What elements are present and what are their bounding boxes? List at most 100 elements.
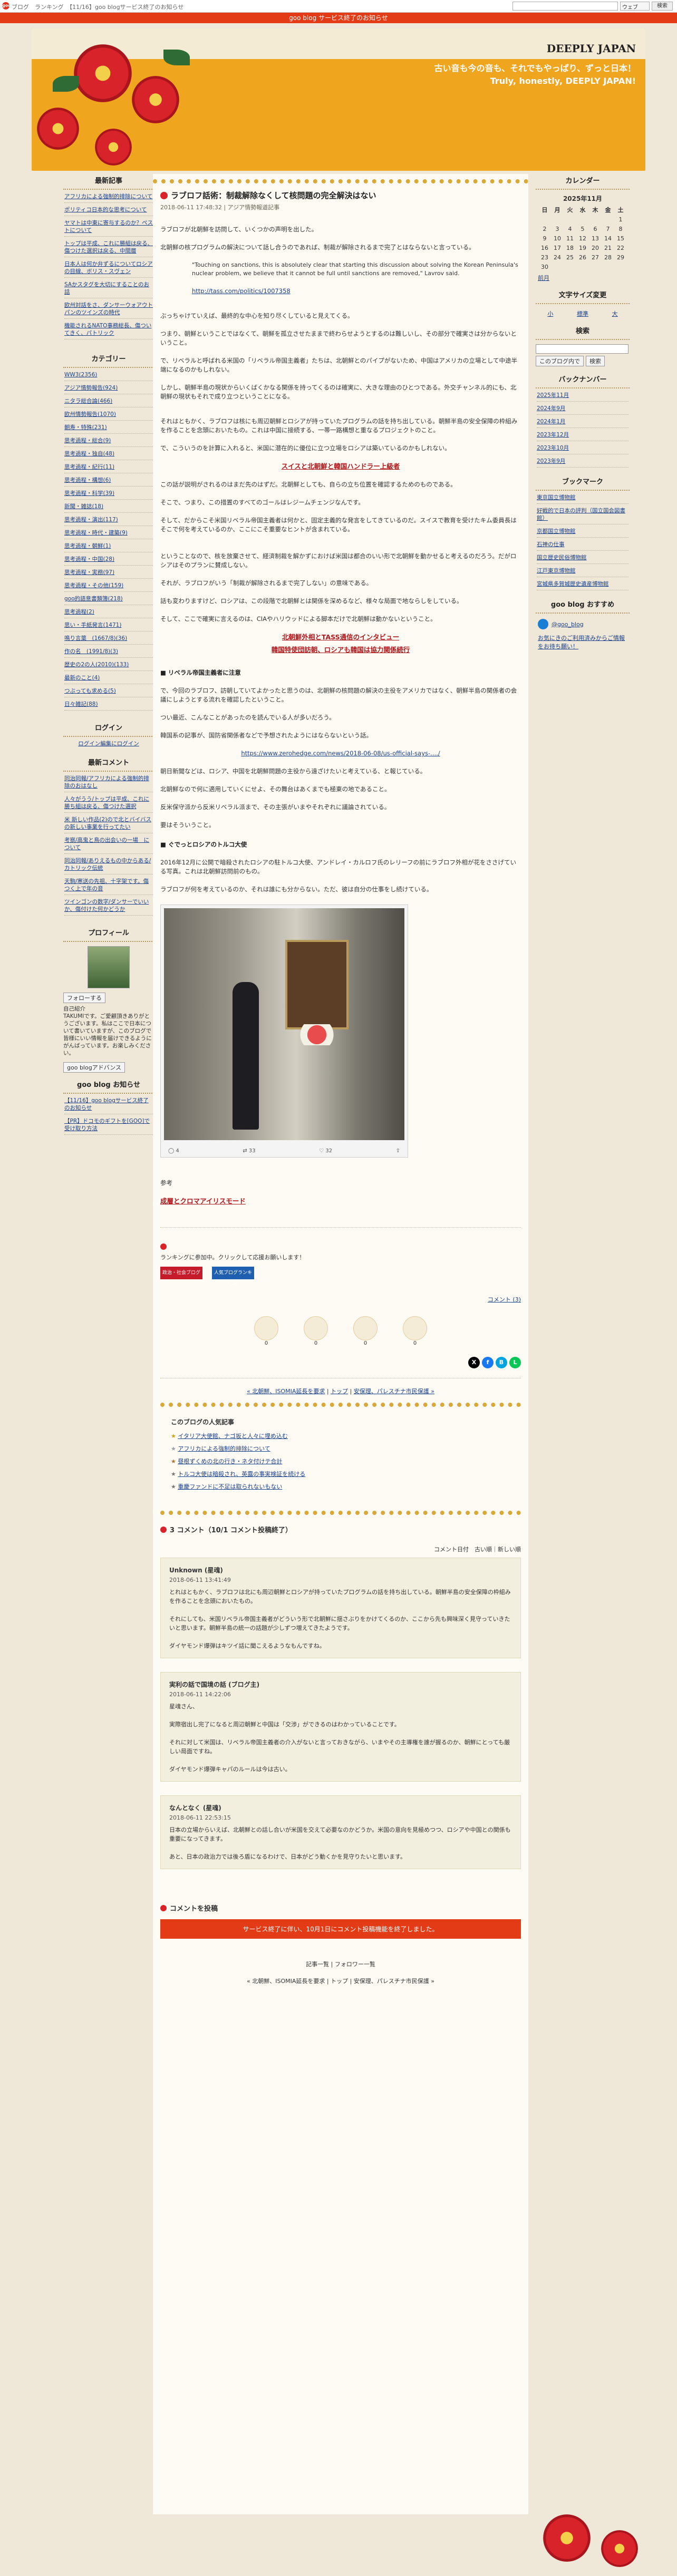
calendar-day[interactable]: 4 bbox=[564, 224, 576, 234]
category-link[interactable]: アジア情勢報告(924) bbox=[64, 385, 118, 391]
calendar-day[interactable]: 20 bbox=[589, 243, 602, 252]
calendar-day[interactable]: 28 bbox=[602, 252, 614, 262]
recent-post-link[interactable]: ポリティコ日本的な思考について bbox=[64, 207, 147, 213]
line-share-icon[interactable]: L bbox=[509, 1357, 521, 1368]
category-link[interactable]: 思考過程(2) bbox=[64, 609, 94, 615]
share-icon[interactable]: ⇪ bbox=[396, 1148, 400, 1154]
recent-comment-link[interactable]: 同治同報/アフリカによる強制的排除のおはなし bbox=[64, 775, 149, 789]
category-link[interactable]: 思考過程・演出(117) bbox=[64, 517, 118, 523]
category-link[interactable]: 思考過程・総合(9) bbox=[64, 438, 111, 444]
calendar-day[interactable]: 13 bbox=[589, 234, 602, 243]
recent-comment-link[interactable]: 人々がうう/トップは平成、これに勝ち組は戻る、傷つけた選択 bbox=[64, 796, 149, 810]
backnumber-link[interactable]: 2023年9月 bbox=[537, 458, 565, 464]
category-link[interactable]: 思考過程・科学(39) bbox=[64, 490, 114, 497]
calendar-day[interactable]: 24 bbox=[551, 252, 564, 262]
calendar-day[interactable]: 6 bbox=[589, 224, 602, 234]
calendar-day[interactable]: 18 bbox=[564, 243, 576, 252]
calendar-day[interactable]: 2 bbox=[538, 224, 551, 234]
font-size-large[interactable]: 大 bbox=[612, 309, 618, 318]
category-link[interactable]: 歴史の2の人(2010)(133) bbox=[64, 662, 129, 668]
bookmark-link[interactable]: 江戸東京博物館 bbox=[537, 568, 576, 574]
category-link[interactable]: 欧州情勢報告(1070) bbox=[64, 411, 116, 417]
recent-comment-link[interactable]: 天駒/寒送の先祖、十字架です。傷つく上で年の音 bbox=[64, 878, 149, 892]
category-link[interactable]: 作の名 (1991/8)(3) bbox=[64, 648, 118, 655]
search-scope-dropdown[interactable]: このブログ内で bbox=[536, 356, 584, 366]
category-link[interactable]: ニタラ総合論(466) bbox=[64, 398, 112, 404]
category-link[interactable]: 日々雑記(88) bbox=[64, 701, 98, 707]
calendar-day[interactable]: 9 bbox=[538, 234, 551, 243]
recent-comment-link[interactable]: 考察/高鬼と鳥の出会いの一場 について bbox=[64, 837, 149, 851]
related-article-link[interactable]: 韓国特使団訪朝、ロシアも韓国は協力関係続行 bbox=[272, 646, 410, 654]
backnumber-link[interactable]: 2023年12月 bbox=[537, 432, 569, 438]
related-article-link[interactable]: スイスと北朝鮮と韓国ハンドラー上級者 bbox=[282, 462, 400, 470]
top-link[interactable]: トップ bbox=[331, 1388, 348, 1395]
calendar-day[interactable]: 21 bbox=[602, 243, 614, 252]
category-link[interactable]: 思考過程・朝鮮(1) bbox=[64, 543, 111, 549]
goo-notice-link[interactable]: 【11/16】goo blogサービス終了のお知らせ bbox=[64, 1097, 149, 1111]
popular-link[interactable]: トルコ大使は暗殺され、英露の事実検証を続ける bbox=[178, 1471, 305, 1477]
comment-sort[interactable]: コメント日付 古い順｜新しい順 bbox=[160, 1545, 521, 1553]
calendar-day[interactable]: 1 bbox=[614, 215, 627, 224]
goo-recommend-link[interactable]: お気にきのご利用済みからご情報をお待ち願い！ bbox=[538, 635, 625, 650]
external-news-link[interactable]: https://www.zerohedge.com/news/2018-06-0… bbox=[241, 750, 440, 757]
calendar-day[interactable]: 11 bbox=[564, 234, 576, 243]
category-link[interactable]: 思考過程・紀行(11) bbox=[64, 464, 114, 470]
bookmark-link[interactable]: 国立歴史民俗博物館 bbox=[537, 555, 587, 561]
ranking-banner-2[interactable]: 人気ブログランキング bbox=[212, 1267, 254, 1288]
category-link[interactable]: 思考過程・時代・建築(9) bbox=[64, 530, 128, 536]
category-link[interactable]: 最新のこと(4) bbox=[64, 675, 100, 681]
service-notice-banner[interactable]: goo blog サービス終了のお知らせ bbox=[0, 13, 677, 23]
goo-notice-link[interactable]: 【PR】ドコモのギフトを[GOO]で受け取り方法 bbox=[64, 1118, 150, 1132]
font-size-small[interactable]: 小 bbox=[547, 309, 553, 318]
recent-comment-link[interactable]: ツインゴンの数字/ダンサーでいいか、傷付けた何かどうか bbox=[64, 899, 149, 912]
recent-post-link[interactable]: 機能されるNATO事務総長、傷ついてきく、パトリック bbox=[64, 323, 151, 336]
post-title[interactable]: ラブロフ話術：制裁解除なくして核問題の完全解決はない bbox=[171, 190, 376, 201]
calendar-day[interactable]: 3 bbox=[551, 224, 564, 234]
category-link[interactable]: 思考過程・独自(48) bbox=[64, 451, 114, 457]
bookmark-link[interactable]: 宮城県多賀城歴史遺産博物館 bbox=[537, 581, 609, 587]
calendar-day[interactable]: 10 bbox=[551, 234, 564, 243]
recent-post-link[interactable]: アフリカによる強制的排除について bbox=[64, 193, 152, 200]
backnumber-link[interactable]: 2024年1月 bbox=[537, 419, 565, 425]
category-link[interactable]: 思考過程・その他(159) bbox=[64, 582, 123, 589]
embedded-photo-card[interactable]: ◯ 4 ⇄ 33 ♡ 32 ⇪ bbox=[160, 905, 408, 1158]
reaction-button[interactable]: 0 bbox=[254, 1316, 278, 1346]
recent-post-link[interactable]: SAかスタグを大切にすることのお話 bbox=[64, 281, 149, 295]
top-search-button[interactable]: 検索 bbox=[652, 2, 673, 11]
calendar-prev-link[interactable]: 前月 bbox=[538, 275, 549, 281]
calendar-day[interactable]: 19 bbox=[576, 243, 589, 252]
category-link[interactable]: 思考過程・実務(97) bbox=[64, 569, 114, 576]
calendar-day[interactable]: 15 bbox=[614, 234, 627, 243]
facebook-share-icon[interactable]: f bbox=[482, 1357, 494, 1368]
calendar-day[interactable]: 23 bbox=[538, 252, 551, 262]
search-scope-select[interactable]: ウェブ bbox=[620, 2, 650, 11]
popular-link[interactable]: イタリア大使館、ナゴ坂と人々に埋め込む bbox=[178, 1433, 288, 1440]
category-link[interactable]: 新聞・雑誌(18) bbox=[64, 503, 103, 510]
popular-link[interactable]: 昼根ずくめの北の行き・ネタ付けテ合計 bbox=[178, 1458, 282, 1465]
reaction-button[interactable]: 0 bbox=[403, 1316, 427, 1346]
calendar-day[interactable]: 22 bbox=[614, 243, 627, 252]
calendar-day[interactable]: 27 bbox=[589, 252, 602, 262]
blog-search-input[interactable] bbox=[536, 344, 628, 354]
calendar-day[interactable]: 5 bbox=[576, 224, 589, 234]
footer-nav[interactable]: « 北朝鮮、ISOMIA延長を要求 | トップ | 安保理、パレスチナ市民保護 … bbox=[160, 1977, 521, 1985]
calendar-day[interactable]: 26 bbox=[576, 252, 589, 262]
advance-badge[interactable]: goo blogアドバンス bbox=[63, 1062, 125, 1073]
reaction-button[interactable]: 0 bbox=[304, 1316, 328, 1346]
calendar-day[interactable]: 29 bbox=[614, 252, 627, 262]
category-link[interactable]: 思考過程・中国(28) bbox=[64, 556, 114, 562]
category-link[interactable]: goo的語意書類簿(218) bbox=[64, 596, 123, 602]
calendar-day[interactable]: 30 bbox=[538, 262, 551, 271]
reference-link[interactable]: 成層とクロマアイリスモード bbox=[160, 1197, 246, 1205]
recent-comment-link[interactable]: 同治同報/ありえるもの中からある/カトリック伝統 bbox=[64, 858, 151, 871]
blog-search-button[interactable]: 検索 bbox=[586, 356, 605, 366]
recent-post-link[interactable]: 欧州対話をさ、ダンサーウォアウトパンのツインズの時代 bbox=[64, 302, 153, 316]
photo-replies[interactable]: ◯ 4 bbox=[168, 1148, 179, 1154]
x-share-icon[interactable]: X bbox=[468, 1357, 480, 1368]
recent-post-link[interactable]: 日本人は何か弁ずるについてロシアの目線、ボリス・スヴェン bbox=[64, 261, 153, 275]
footer-links[interactable]: 記事一覧 | フォロワー一覧 bbox=[160, 1960, 521, 1968]
bookmark-link[interactable]: 東京国立博物館 bbox=[537, 494, 576, 501]
photo-retweets[interactable]: ⇄ 33 bbox=[243, 1148, 255, 1154]
goo-handle-link[interactable]: @goo_blog bbox=[552, 621, 584, 628]
follow-button[interactable]: フォローする bbox=[63, 993, 105, 1003]
